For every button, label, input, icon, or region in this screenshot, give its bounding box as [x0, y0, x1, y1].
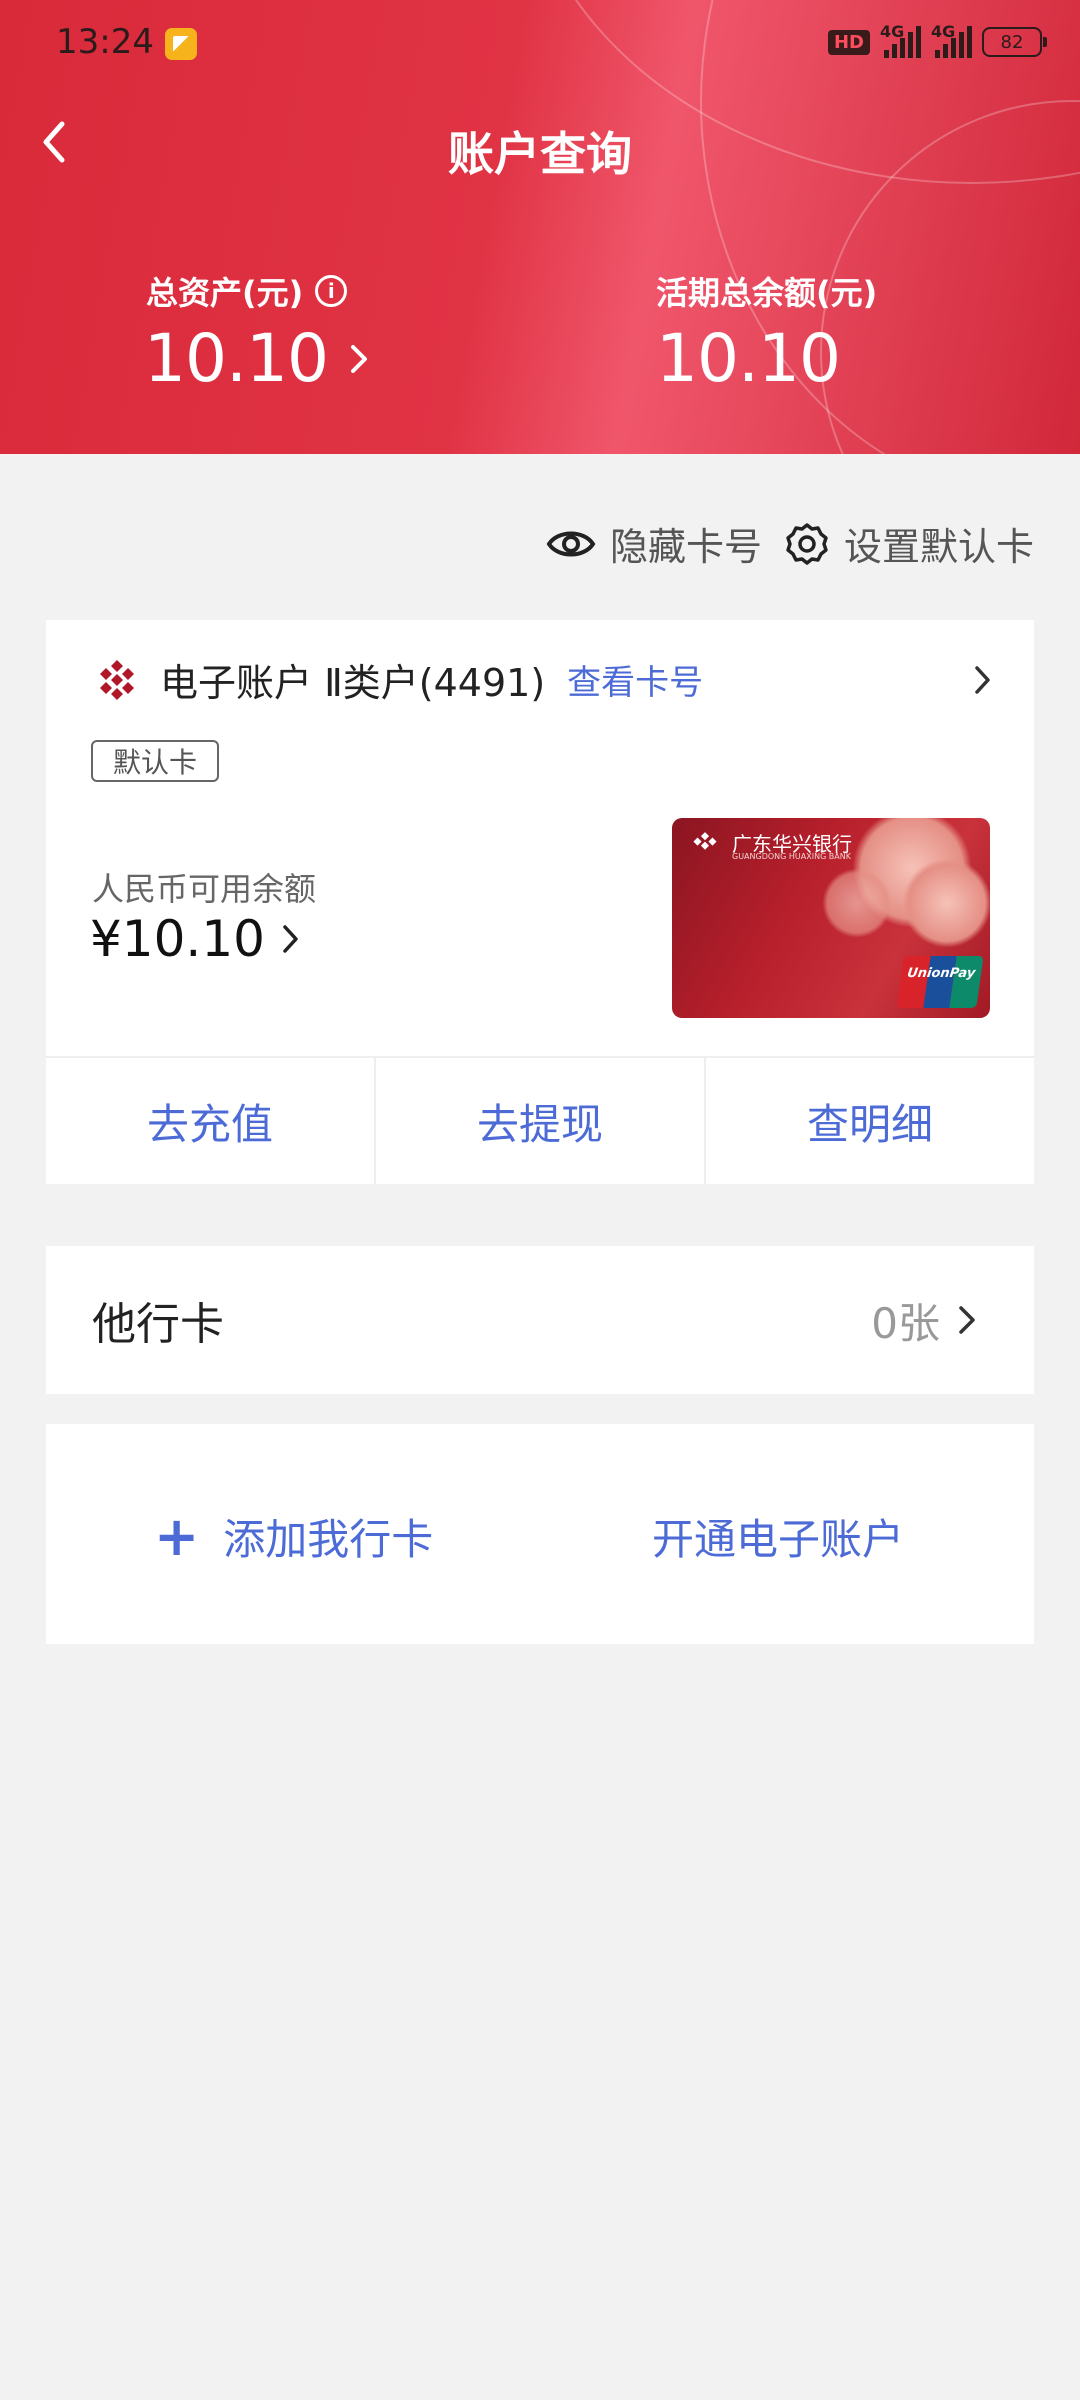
card-bank-subname: GUANGDONG HUAXING BANK: [732, 852, 851, 861]
current-balance-label: 活期总余额(元): [656, 274, 878, 312]
battery-icon: 82: [982, 27, 1047, 57]
open-e-account-button[interactable]: 开通电子账户: [652, 1506, 904, 1567]
set-default-card-label: 设置默认卡: [843, 525, 1034, 569]
hide-card-number-button[interactable]: 隐藏卡号: [546, 516, 762, 571]
total-assets-value: 10.10: [144, 320, 329, 397]
bottom-actions-panel: + 添加我行卡 开通电子账户: [46, 1424, 1034, 1644]
details-button[interactable]: 查明细: [704, 1058, 1034, 1184]
total-assets-label: 总资产(元): [146, 274, 304, 312]
hd-voice-icon: HD: [827, 29, 870, 55]
other-bank-cards-row[interactable]: 他行卡 0张: [46, 1246, 1034, 1394]
total-assets-value-link[interactable]: 10.10: [144, 320, 370, 397]
rmb-balance-label: 人民币可用余额: [92, 870, 317, 908]
signal-icon-2: 4G: [931, 22, 972, 58]
plus-icon: +: [154, 1504, 200, 1568]
other-bank-label: 他行卡: [92, 1299, 224, 1350]
rmb-balance-value: ¥10.10: [90, 910, 265, 968]
signal-icon: 4G: [880, 22, 921, 58]
set-default-card-button[interactable]: 设置默认卡: [784, 516, 1034, 571]
status-indicators: HD 4G 4G 82: [827, 22, 1047, 58]
recharge-button[interactable]: 去充值: [46, 1058, 374, 1184]
chevron-right-icon: [959, 1306, 975, 1334]
gear-icon: [786, 522, 828, 565]
card-toolbar: 隐藏卡号 设置默认卡: [546, 516, 1034, 571]
hide-card-number-label: 隐藏卡号: [609, 525, 762, 569]
account-actions: 去充值 去提现 查明细: [46, 1056, 1034, 1184]
bank-logo-icon: [693, 832, 717, 850]
info-icon[interactable]: i: [315, 275, 348, 307]
account-name: 电子账户 Ⅱ类户(4491): [160, 660, 546, 705]
rmb-balance-link[interactable]: ¥10.10: [90, 910, 301, 968]
withdraw-button[interactable]: 去提现: [374, 1058, 704, 1184]
current-balance-value: 10.10: [656, 320, 841, 397]
status-time: 13:24: [56, 22, 154, 62]
chevron-right-icon: [975, 666, 990, 694]
account-card-header[interactable]: 电子账户 Ⅱ类户(4491) 查看卡号: [46, 654, 1034, 705]
eye-icon: [546, 531, 596, 556]
total-assets-label-group: 总资产(元) i: [146, 268, 348, 314]
add-bank-card-button[interactable]: + 添加我行卡: [154, 1506, 433, 1567]
default-card-badge: 默认卡: [91, 740, 220, 782]
view-card-number-link[interactable]: 查看卡号: [567, 655, 703, 704]
notification-app-icon: [165, 28, 197, 60]
bank-card-image: 广东华兴银行 GUANGDONG HUAXING BANK UnionPay: [672, 818, 990, 1018]
bank-logo-icon: [100, 660, 134, 700]
unionpay-logo-icon: UnionPay: [896, 956, 984, 1008]
other-bank-count: 0张: [871, 1298, 940, 1348]
add-bank-card-label: 添加我行卡: [223, 1515, 434, 1564]
chevron-right-icon: [350, 344, 367, 373]
header-banner: 13:24 HD 4G 4G 82 账户查询 总资产(元) i 10.10 活期…: [0, 0, 1080, 454]
page-title: 账户查询: [448, 127, 632, 181]
chevron-right-icon: [283, 925, 298, 953]
